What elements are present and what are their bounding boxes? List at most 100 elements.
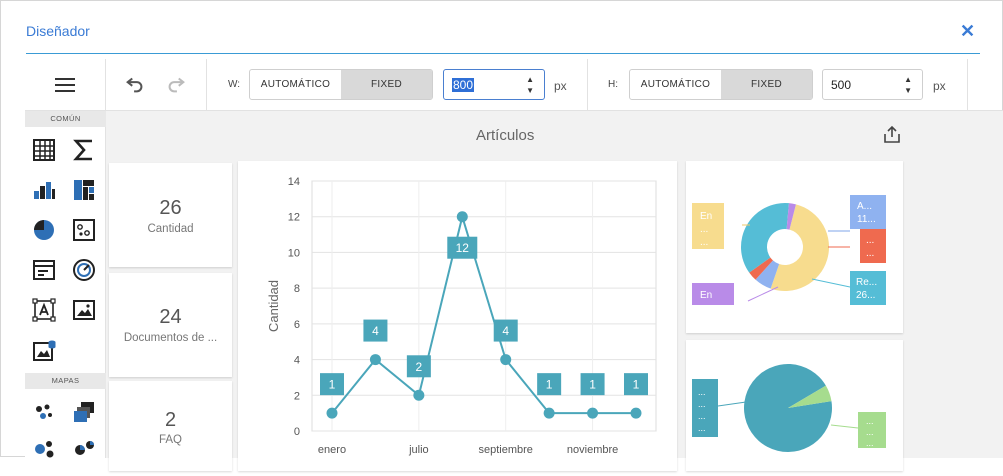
x-tick-label: septiembre xyxy=(479,444,533,456)
y-tick-label: 10 xyxy=(288,247,300,259)
width-mode-toggle: AUTOMÁTICO FIXED xyxy=(249,69,433,100)
bubble-map-icon[interactable] xyxy=(31,435,57,461)
y-tick-label: 2 xyxy=(294,390,300,402)
width-stepper[interactable]: ▲ ▼ xyxy=(526,74,534,96)
height-auto-option[interactable]: AUTOMÁTICO xyxy=(630,70,721,99)
data-label: 1 xyxy=(633,378,640,392)
y-tick-label: 8 xyxy=(294,283,300,295)
slice-label: ... xyxy=(866,438,874,448)
y-tick-label: 6 xyxy=(294,319,300,331)
slice-label: ... xyxy=(698,387,706,397)
card-value: 24 xyxy=(159,306,182,328)
height-fixed-option[interactable]: FIXED xyxy=(721,70,812,99)
title-underline xyxy=(26,53,980,54)
height-input[interactable]: 500 ▲ ▼ xyxy=(822,69,923,100)
width-value: 800 xyxy=(452,78,475,92)
layered-map-icon[interactable] xyxy=(71,399,97,425)
slice-label: ... xyxy=(698,423,706,433)
undo-icon[interactable] xyxy=(123,73,147,97)
dashboard-title: Artículos xyxy=(476,127,535,144)
y-tick-label: 14 xyxy=(288,176,300,188)
width-input[interactable]: 800 ▲ ▼ xyxy=(443,69,545,100)
slice-label: ... xyxy=(700,237,708,248)
close-icon[interactable]: ✕ xyxy=(960,21,975,42)
menu-icon[interactable] xyxy=(55,78,75,92)
slice-label: ... xyxy=(866,427,874,437)
card-label: Cantidad xyxy=(147,223,194,235)
bar-chart-icon[interactable] xyxy=(31,177,57,203)
data-point xyxy=(500,354,512,366)
x-tick-label: enero xyxy=(318,444,346,456)
x-tick-label: noviembre xyxy=(567,444,618,456)
y-tick-label: 12 xyxy=(288,212,300,224)
slice-label: ... xyxy=(698,399,706,409)
card-value: 2 xyxy=(164,409,177,431)
slice-label: 11... xyxy=(857,214,876,225)
dashboard-canvas: Artículos 26 Cantidad 24 Documentos de .… xyxy=(106,111,1003,471)
pie-chart-card[interactable]: ... ... ... ... ... ... ... xyxy=(686,340,903,471)
bound-image-icon[interactable] xyxy=(31,337,57,363)
gauge-icon[interactable] xyxy=(71,257,97,283)
data-point xyxy=(456,211,468,223)
sum-icon[interactable] xyxy=(71,137,97,163)
data-point xyxy=(326,407,338,419)
data-label: 4 xyxy=(372,324,379,338)
pie-chart-icon[interactable] xyxy=(31,217,57,243)
item-palette: COMÚN MAPAS xyxy=(25,111,106,458)
window-title: Diseñador xyxy=(26,23,90,39)
title-bar: Diseñador ✕ xyxy=(1,1,1003,57)
card-label: Documentos de ... xyxy=(123,332,218,344)
palette-section-common: COMÚN xyxy=(25,111,106,127)
x-tick-label: julio xyxy=(408,444,429,456)
height-unit: px xyxy=(933,79,946,93)
divider xyxy=(587,59,588,111)
slice-label: A... xyxy=(857,201,872,212)
designer-window: Diseñador ✕ W: AUTOMÁTICO FIXED 800 ▲ ▼ p… xyxy=(0,0,1003,471)
data-label: 1 xyxy=(329,378,336,392)
width-fixed-option[interactable]: FIXED xyxy=(341,70,432,99)
dot-map-icon[interactable] xyxy=(31,399,57,425)
toolbar: W: AUTOMÁTICO FIXED 800 ▲ ▼ px H: AUTOMÁT… xyxy=(25,59,1003,111)
height-stepper[interactable]: ▲ ▼ xyxy=(904,74,912,96)
donut-chart-card[interactable]: En ... ... En A... 11... ... ... Re... 2… xyxy=(686,161,903,333)
grid-icon[interactable] xyxy=(31,137,57,163)
height-label: H: xyxy=(608,79,618,90)
export-icon[interactable] xyxy=(882,125,902,145)
slice-label: ... xyxy=(866,248,874,259)
divider xyxy=(967,59,968,111)
height-value: 500 xyxy=(831,78,852,92)
data-label: 4 xyxy=(502,324,509,338)
y-tick-label: 4 xyxy=(294,355,300,367)
data-label: 1 xyxy=(589,378,596,392)
y-axis-label: Cantidad xyxy=(266,280,281,332)
y-tick-label: 0 xyxy=(294,426,300,438)
line-chart-card[interactable]: 0 2 4 6 8 10 12 14 Cantidad enero julio septiembre n… xyxy=(238,161,677,471)
width-auto-option[interactable]: AUTOMÁTICO xyxy=(250,70,341,99)
divider xyxy=(206,59,207,111)
slice-label: ... xyxy=(866,416,874,426)
text-box-icon[interactable] xyxy=(31,297,57,323)
image-icon[interactable] xyxy=(71,297,97,323)
pie-map-icon[interactable] xyxy=(71,435,97,461)
slice-label: 26... xyxy=(856,290,875,301)
scatter-icon[interactable] xyxy=(71,217,97,243)
card-documentos[interactable]: 24 Documentos de ... xyxy=(109,273,232,377)
card-faq[interactable]: 2 FAQ xyxy=(109,381,232,471)
card-cantidad[interactable]: 26 Cantidad xyxy=(109,163,232,267)
card-icon[interactable] xyxy=(31,257,57,283)
slice-label: ... xyxy=(700,224,708,235)
redo-icon[interactable] xyxy=(164,73,188,97)
card-label: FAQ xyxy=(158,434,182,446)
line-chart: 02468101214Cantidadenero julio septiembre n… xyxy=(266,176,657,456)
width-label: W: xyxy=(228,79,241,90)
divider xyxy=(105,59,106,111)
palette-section-maps: MAPAS xyxy=(25,373,106,389)
treemap-icon[interactable] xyxy=(71,177,97,203)
data-label: 12 xyxy=(456,241,470,255)
data-label: 1 xyxy=(546,378,553,392)
data-point xyxy=(587,407,599,419)
slice-label: En xyxy=(700,211,712,222)
slice-label: En xyxy=(700,290,712,301)
slice-label: ... xyxy=(866,235,874,246)
data-point xyxy=(630,407,642,419)
